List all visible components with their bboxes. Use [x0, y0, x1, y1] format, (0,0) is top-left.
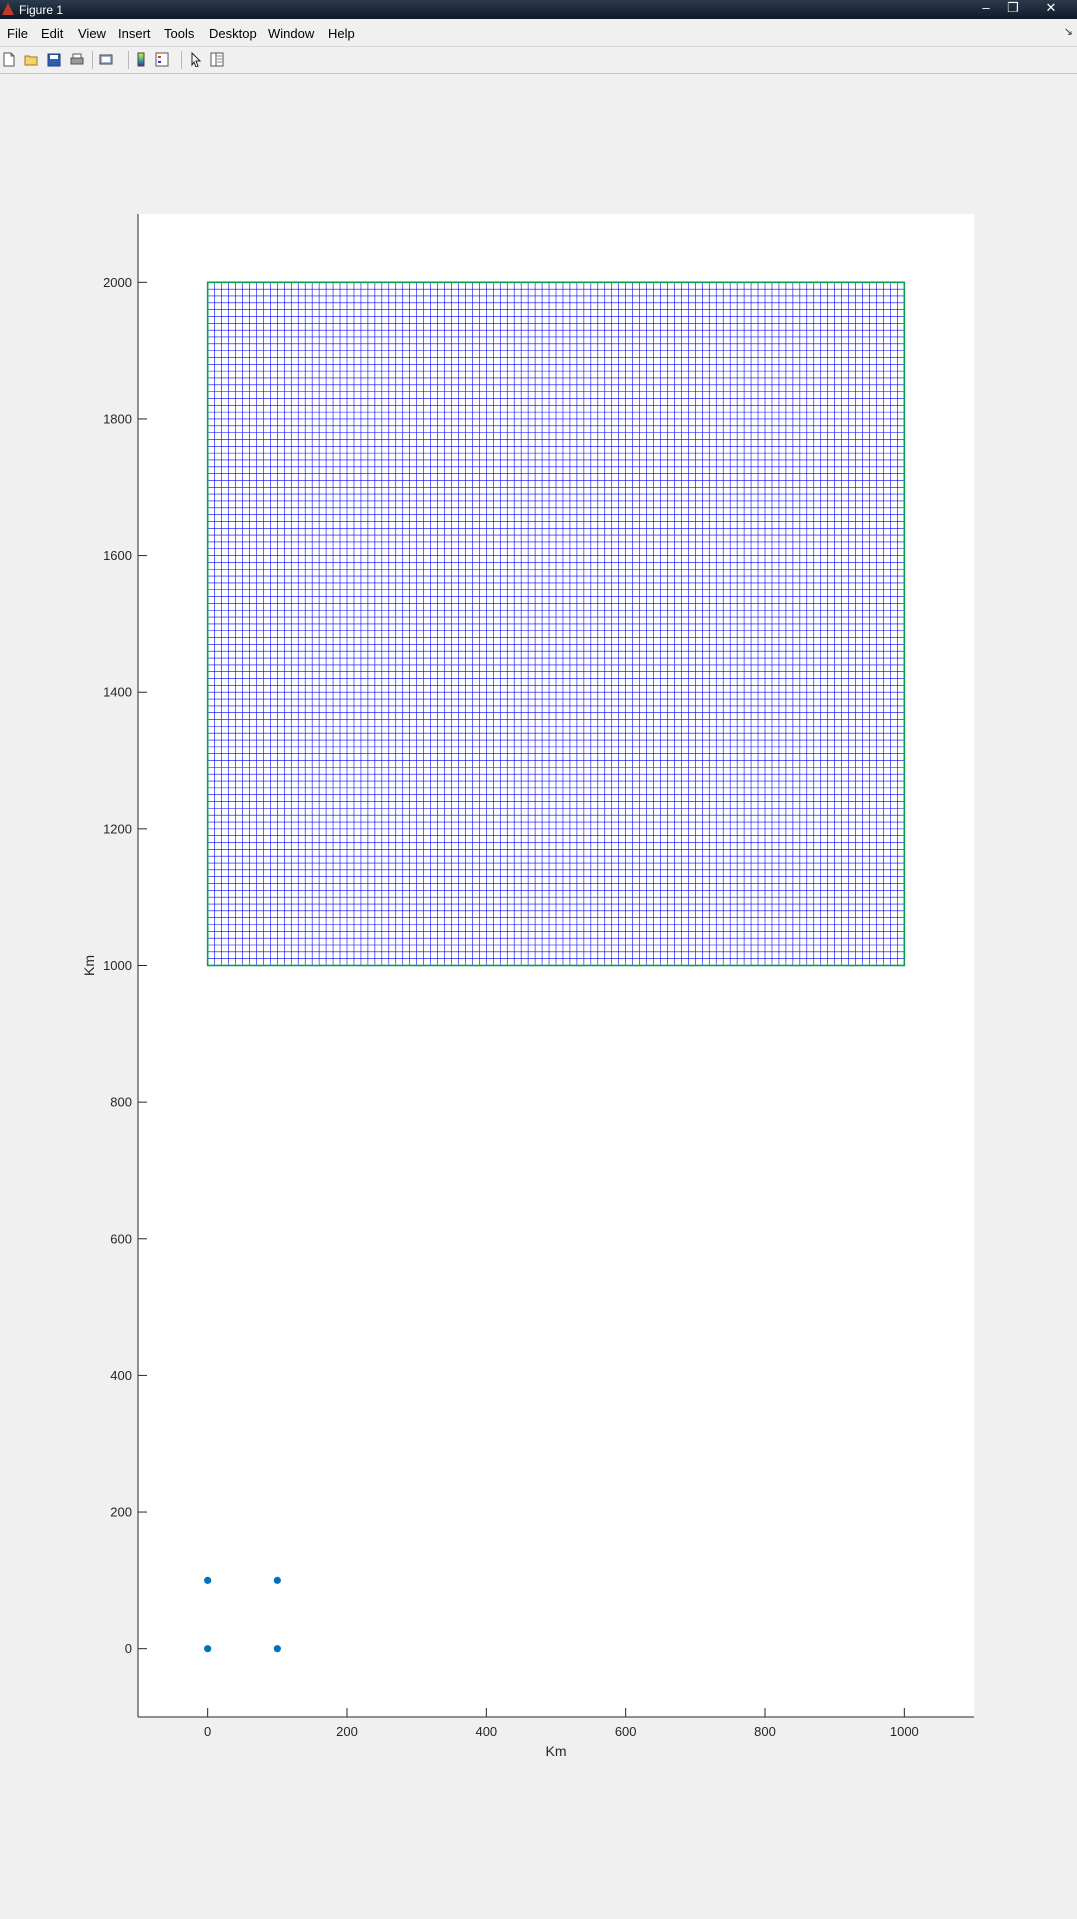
window-title: Figure 1 [19, 3, 64, 17]
scatter-point[interactable] [204, 1645, 212, 1653]
menu-edit[interactable]: Edit [41, 26, 63, 41]
x-tick-label: 1000 [890, 1724, 919, 1739]
x-tick-label: 800 [754, 1724, 776, 1739]
menu-help[interactable]: Help [328, 26, 355, 41]
toolbar-separator [92, 51, 93, 69]
figure-toolbar [0, 47, 1077, 74]
y-tick-label: 200 [110, 1505, 132, 1520]
close-button[interactable]: ✕ [1036, 0, 1066, 17]
toolbar-separator [181, 51, 182, 69]
scatter-point[interactable] [204, 1576, 212, 1584]
y-tick-label: 0 [125, 1641, 132, 1656]
menu-tools[interactable]: Tools [164, 26, 194, 41]
y-tick-label: 1600 [103, 548, 132, 563]
plot-svg[interactable]: 0 200 400 600 800 1000 0 200 400 600 800 1000 1200 14… [0, 74, 1077, 1919]
x-tick-label: 400 [475, 1724, 497, 1739]
property-editor-icon[interactable] [210, 52, 224, 67]
y-tick-label: 400 [110, 1368, 132, 1383]
dock-arrow-icon[interactable]: ↘ [1064, 25, 1073, 38]
y-tick-label: 1400 [103, 685, 132, 700]
menu-file[interactable]: File [7, 26, 28, 41]
mesh-grid [207, 282, 905, 966]
insert-legend-icon[interactable] [155, 52, 169, 67]
y-tick-label: 1200 [103, 821, 132, 836]
menu-insert[interactable]: Insert [118, 26, 151, 41]
menu-desktop[interactable]: Desktop [209, 26, 257, 41]
y-axis-label: Km [81, 955, 97, 976]
y-tick-label: 800 [110, 1095, 132, 1110]
scatter-point[interactable] [273, 1576, 281, 1584]
x-tick-label: 600 [615, 1724, 637, 1739]
new-figure-icon[interactable] [2, 52, 16, 67]
save-icon[interactable] [47, 52, 61, 67]
y-tick-label: 600 [110, 1231, 132, 1246]
x-tick-label: 200 [336, 1724, 358, 1739]
matlab-logo-icon [2, 3, 14, 15]
y-tick-label: 1800 [103, 411, 132, 426]
menu-view[interactable]: View [78, 26, 106, 41]
x-axis-label: Km [546, 1743, 567, 1759]
menu-window[interactable]: Window [268, 26, 314, 41]
figure-canvas: 0 200 400 600 800 1000 0 200 400 600 800 1000 1200 14… [0, 74, 1077, 1919]
minimize-button[interactable]: ‒ [973, 0, 999, 17]
x-tick-label: 0 [204, 1724, 211, 1739]
y-tick-label: 2000 [103, 275, 132, 290]
print-icon[interactable] [70, 52, 84, 67]
edit-plot-pointer-icon[interactable] [189, 52, 203, 67]
y-tick-label: 1000 [103, 958, 132, 973]
open-file-icon[interactable] [24, 52, 38, 67]
menu-bar: File Edit View Insert Tools Desktop Wind… [0, 19, 1077, 47]
print-preview-icon[interactable] [99, 52, 113, 67]
scatter-point[interactable] [273, 1645, 281, 1653]
toolbar-separator [128, 51, 129, 69]
maximize-button[interactable]: ❐ [1000, 0, 1026, 17]
insert-colorbar-icon[interactable] [134, 52, 148, 67]
title-bar: Figure 1 ‒ ❐ ✕ [0, 0, 1077, 19]
